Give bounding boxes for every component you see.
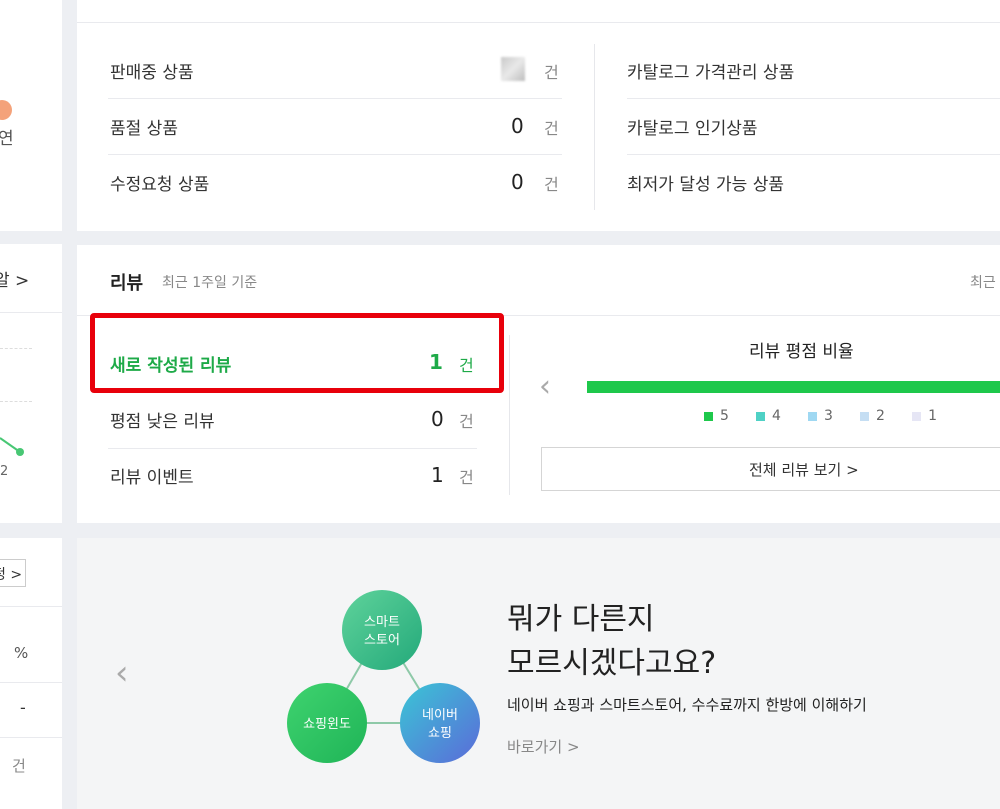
review-value-event[interactable]: 1 xyxy=(431,463,444,487)
legend-item-1: 1 xyxy=(912,408,937,424)
circle-top-line1: 스마트 xyxy=(364,615,400,630)
chart-tick-label: 2 xyxy=(0,464,9,479)
rating-title: 리뷰 평점 비율 xyxy=(749,342,854,362)
review-unit-low-rating: 건 xyxy=(459,412,474,431)
rating-bar xyxy=(587,381,1000,393)
highlight-box xyxy=(90,313,504,393)
review-unit-event: 건 xyxy=(459,468,474,487)
left-card-bot: 정 > % - 건 xyxy=(0,538,62,809)
catalog-label-lowest-price[interactable]: 최저가 달성 가능 상품 xyxy=(627,170,784,195)
product-label-modify-request[interactable]: 수정요청 상품 xyxy=(110,170,209,195)
left-mid-link[interactable]: 알 > xyxy=(0,266,29,291)
view-all-reviews-button[interactable]: 전체 리뷰 보기 > xyxy=(541,447,1000,491)
product-unit-selling: 건 xyxy=(544,63,559,82)
left-card-mid: 알 > 2 xyxy=(0,244,62,523)
catalog-label-popular[interactable]: 카탈로그 인기상품 xyxy=(627,114,758,139)
blurred-value xyxy=(501,57,525,81)
circle-top-line2: 스토어 xyxy=(364,633,400,648)
circle-left-label: 쇼핑윈도 xyxy=(303,717,351,732)
review-label-low-rating[interactable]: 평점 낮은 리뷰 xyxy=(110,407,215,432)
banner-headline-1: 뭐가 다른지 xyxy=(507,602,655,637)
banner-card: ‹ 스마트 스토어 쇼핑윈도 네이버 쇼핑 뭐가 다른지 모르시겠다고요? 네이… xyxy=(77,538,1000,809)
review-card: 리뷰 최근 1주일 기준 최근 새로 작성된 리뷰 1 건 평점 낮은 리뷰 0… xyxy=(77,245,1000,523)
review-subtitle: 최근 1주일 기준 xyxy=(162,275,258,291)
product-value-soldout[interactable]: 0 xyxy=(511,114,524,138)
count-unit: 건 xyxy=(12,757,26,775)
review-right-partial: 최근 xyxy=(970,275,996,291)
dotted-gridline xyxy=(0,348,32,349)
legend-item-2: 2 xyxy=(860,408,885,424)
rating-legend: 5 4 3 2 1 xyxy=(704,405,959,424)
dash-value: - xyxy=(20,698,26,717)
banner-description: 네이버 쇼핑과 스마트스토어, 수수료까지 한방에 이해하기 xyxy=(507,696,867,714)
review-value-low-rating[interactable]: 0 xyxy=(431,407,444,431)
left-bot-button[interactable]: 정 > xyxy=(0,559,26,587)
banner-go-link[interactable]: 바로가기 > xyxy=(507,736,580,757)
dotted-gridline xyxy=(0,401,32,402)
catalog-label-price-manage[interactable]: 카탈로그 가격관리 상품 xyxy=(627,58,794,83)
products-card: 판매중 상품 건 품절 상품 0 건 수정요청 상품 0 건 카탈로그 가격관리… xyxy=(77,0,1000,231)
circle-right-line2: 쇼핑 xyxy=(428,726,452,741)
product-value-modify-request[interactable]: 0 xyxy=(511,170,524,194)
legend-item-3: 3 xyxy=(808,408,833,424)
banner-headline-2: 모르시겠다고요? xyxy=(507,646,717,681)
product-unit-modify-request: 건 xyxy=(544,175,559,194)
circle-right-line1: 네이버 xyxy=(422,708,458,723)
legend-item-5: 5 xyxy=(704,408,729,424)
percent-unit: % xyxy=(14,644,29,662)
product-label-selling[interactable]: 판매중 상품 xyxy=(110,58,194,83)
product-label-soldout[interactable]: 품절 상품 xyxy=(110,114,178,139)
chevron-left-icon[interactable]: ‹ xyxy=(539,369,551,404)
left-card-top: 연 xyxy=(0,0,62,231)
left-top-partial-text: 연 xyxy=(0,129,14,149)
trend-line-chart xyxy=(0,437,24,456)
review-title: 리뷰 xyxy=(110,273,144,294)
orange-badge-icon xyxy=(0,100,12,120)
three-circle-diagram: 스마트 스토어 쇼핑윈도 네이버 쇼핑 xyxy=(287,590,480,763)
legend-item-4: 4 xyxy=(756,408,781,424)
product-unit-soldout: 건 xyxy=(544,119,559,138)
chevron-left-icon[interactable]: ‹ xyxy=(115,653,129,693)
review-label-event[interactable]: 리뷰 이벤트 xyxy=(110,463,194,488)
